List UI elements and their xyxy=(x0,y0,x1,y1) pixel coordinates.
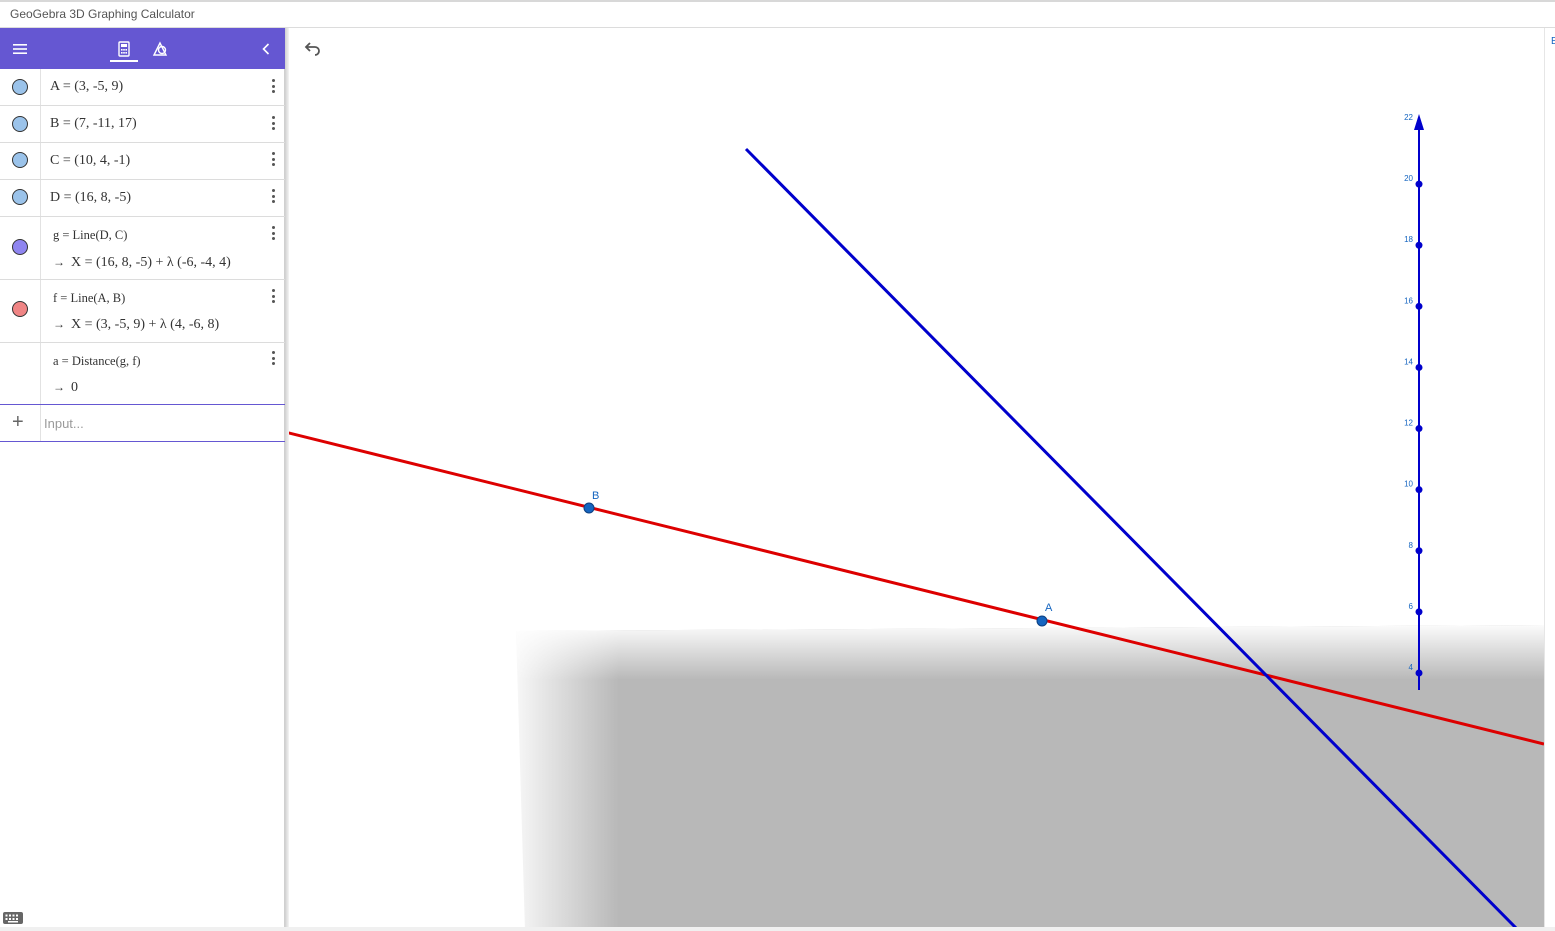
marble-column xyxy=(0,180,41,216)
output-arrow: → xyxy=(53,380,65,394)
window-title: GeoGebra 3D Graphing Calculator xyxy=(10,7,195,21)
z-axis-tick-label: 8 xyxy=(1409,541,1414,550)
definition-text[interactable]: B = (7, -11, 17) xyxy=(50,116,137,132)
more-options-button[interactable] xyxy=(266,188,280,204)
algebra-row-point-d[interactable]: D = (16, 8, -5) xyxy=(0,180,285,217)
z-axis: 4 6 8 10 12 14 16 18 20 22 xyxy=(1404,113,1424,690)
output-value: 0 xyxy=(71,380,78,395)
title-bar: GeoGebra 3D Graphing Calculator xyxy=(0,0,1555,28)
collapse-view-button[interactable] xyxy=(255,28,277,69)
z-axis-tick-label: 14 xyxy=(1404,357,1413,366)
keyboard-button[interactable] xyxy=(2,910,24,926)
algebra-row-point-a[interactable]: A = (3, -5, 9) xyxy=(0,69,285,106)
output-arrow: → xyxy=(53,255,65,269)
marble-column xyxy=(0,69,41,105)
z-axis-tick-label: 10 xyxy=(1404,480,1413,489)
z-axis-tick xyxy=(1415,486,1423,494)
algebra-row-distance-a[interactable]: a = Distance(g, f) → 0 xyxy=(0,343,285,404)
algebra-view-header xyxy=(0,28,285,69)
xy-plane-fade xyxy=(516,625,1544,931)
more-options-button[interactable] xyxy=(266,78,280,94)
marble-column xyxy=(0,343,41,404)
algebra-input[interactable] xyxy=(44,410,279,436)
visibility-marble[interactable] xyxy=(12,152,28,168)
z-axis-tick xyxy=(1415,669,1423,677)
z-axis-tick xyxy=(1415,241,1423,249)
hamburger-icon xyxy=(13,43,27,54)
algebra-row-line-f[interactable]: f = Line(A, B) → X = (3, -5, 9) + λ (4, -… xyxy=(0,280,285,343)
graphics-3d-view[interactable]: 4 6 8 10 12 14 16 18 20 22 B A xyxy=(289,28,1544,931)
definition-text[interactable]: f = Line(A, B) xyxy=(53,291,125,306)
more-options-button[interactable] xyxy=(266,115,280,131)
z-axis-tick xyxy=(1415,425,1423,433)
keyboard-icon xyxy=(3,912,23,924)
point-a-label: A xyxy=(1045,602,1053,614)
definition-text[interactable]: C = (10, 4, -1) xyxy=(50,153,130,169)
chevron-left-icon xyxy=(262,42,270,55)
visibility-marble[interactable] xyxy=(12,79,28,95)
calculator-icon xyxy=(118,40,130,57)
tab-algebra[interactable] xyxy=(110,28,138,69)
visibility-marble[interactable] xyxy=(12,116,28,132)
z-axis-tick xyxy=(1415,180,1423,188)
z-axis-tick-label: 20 xyxy=(1404,174,1413,183)
output-value: X = (3, -5, 9) + λ (4, -6, 8) xyxy=(71,317,220,332)
z-axis-tick-label: 16 xyxy=(1404,296,1413,305)
more-options-button[interactable] xyxy=(266,225,280,241)
output-value: X = (16, 8, -5) + λ (-6, -4, 4) xyxy=(71,255,231,270)
right-panel-letter: E xyxy=(1551,36,1555,47)
marble-column xyxy=(0,143,41,179)
z-axis-tick xyxy=(1415,363,1423,371)
z-axis-arrow-icon xyxy=(1414,114,1424,130)
geometry-tools-icon xyxy=(152,40,168,56)
marble-column xyxy=(0,280,41,342)
definition-text[interactable]: a = Distance(g, f) xyxy=(53,354,141,369)
visibility-marble[interactable] xyxy=(12,301,28,317)
marble-column xyxy=(0,217,41,279)
z-axis-tick-label: 22 xyxy=(1404,113,1413,122)
point-b[interactable] xyxy=(583,502,595,514)
z-axis-tick-label: 12 xyxy=(1404,419,1413,428)
more-options-button[interactable] xyxy=(266,151,280,167)
marble-column xyxy=(0,106,41,142)
output-text: → 0 xyxy=(53,380,78,396)
output-text: → X = (16, 8, -5) + λ (-6, -4, 4) xyxy=(53,255,231,271)
visibility-marble[interactable] xyxy=(12,189,28,205)
right-panel-edge[interactable]: E xyxy=(1544,28,1555,931)
menu-button[interactable] xyxy=(6,28,34,69)
point-a[interactable] xyxy=(1036,615,1048,627)
z-axis-tick-label: 18 xyxy=(1404,235,1413,244)
bottom-border xyxy=(0,927,1555,931)
output-arrow: → xyxy=(53,317,65,331)
graphics-canvas[interactable]: 4 6 8 10 12 14 16 18 20 22 B A xyxy=(289,28,1544,931)
definition-text[interactable]: D = (16, 8, -5) xyxy=(50,190,131,206)
definition-text[interactable]: g = Line(D, C) xyxy=(53,228,127,243)
output-text: → X = (3, -5, 9) + λ (4, -6, 8) xyxy=(53,317,219,333)
more-options-button[interactable] xyxy=(266,288,280,304)
undo-icon xyxy=(304,42,320,56)
add-icon[interactable]: + xyxy=(12,411,24,434)
undo-button[interactable] xyxy=(301,38,323,60)
z-axis-tick-label: 6 xyxy=(1409,602,1414,611)
z-axis-tick xyxy=(1415,547,1423,555)
definition-text[interactable]: A = (3, -5, 9) xyxy=(50,79,123,95)
tab-tools[interactable] xyxy=(146,28,174,69)
visibility-marble[interactable] xyxy=(12,239,28,255)
z-axis-tick xyxy=(1415,302,1423,310)
algebra-row-line-g[interactable]: g = Line(D, C) → X = (16, 8, -5) + λ (-6,… xyxy=(0,217,285,280)
algebra-view: A = (3, -5, 9) B = (7, -11, 17) C = (10,… xyxy=(0,28,285,931)
z-axis-tick-label: 4 xyxy=(1409,663,1414,672)
z-axis-tick xyxy=(1415,608,1423,616)
point-b-label: B xyxy=(592,490,599,502)
algebra-row-point-c[interactable]: C = (10, 4, -1) xyxy=(0,143,285,180)
input-row: + xyxy=(0,404,285,442)
more-options-button[interactable] xyxy=(266,350,280,366)
algebra-row-point-b[interactable]: B = (7, -11, 17) xyxy=(0,106,285,143)
